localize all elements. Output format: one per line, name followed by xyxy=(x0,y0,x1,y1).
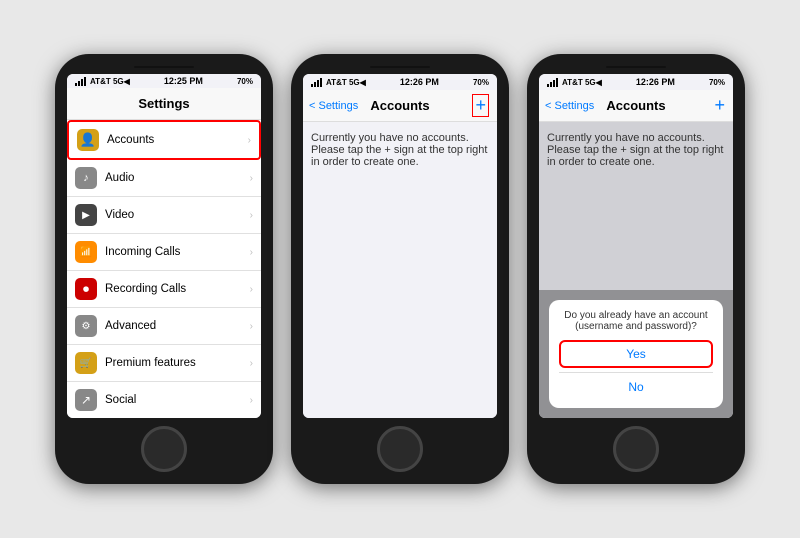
accounts-label: Accounts xyxy=(107,134,240,146)
battery-label-3: 70% xyxy=(709,78,725,87)
accounts-content-2: Currently you have no accounts. Please t… xyxy=(303,122,497,418)
settings-item-advanced[interactable]: ⚙ Advanced › xyxy=(67,308,261,345)
nav-bar-1: Settings xyxy=(67,88,261,120)
no-accounts-text-3: Currently you have no accounts. Please t… xyxy=(547,132,723,168)
nav-title-1: Settings xyxy=(138,96,189,111)
premium-label: Premium features xyxy=(105,357,242,369)
battery-label-2: 70% xyxy=(473,78,489,87)
time-label-3: 12:26 PM xyxy=(636,77,675,87)
home-button-2[interactable] xyxy=(377,426,423,472)
dialog-yes-button[interactable]: Yes xyxy=(559,340,713,368)
phone-top-speaker-2 xyxy=(370,66,430,68)
video-label: Video xyxy=(105,209,242,221)
status-bar-3: AT&T 5G◀ 12:26 PM 70% xyxy=(539,74,733,90)
premium-icon: 🛒 xyxy=(75,352,97,374)
nav-back-3[interactable]: < Settings xyxy=(545,100,594,112)
social-label: Social xyxy=(105,394,242,406)
phones-container: AT&T 5G◀ 12:25 PM 70% Settings 👤 Account… xyxy=(45,44,755,494)
nav-back-2[interactable]: < Settings xyxy=(309,100,358,112)
dialog-divider xyxy=(559,372,713,373)
phone-1-screen: AT&T 5G◀ 12:25 PM 70% Settings 👤 Account… xyxy=(67,74,261,418)
recording-label: Recording Calls xyxy=(105,283,242,295)
recording-icon: ⏺ xyxy=(75,278,97,300)
phone-top-speaker-3 xyxy=(606,66,666,68)
settings-item-premium[interactable]: 🛒 Premium features › xyxy=(67,345,261,382)
video-icon: ▶ xyxy=(75,204,97,226)
nav-plus-button-2[interactable]: + xyxy=(472,94,489,117)
settings-item-audio[interactable]: ♪ Audio › xyxy=(67,160,261,197)
nav-title-2: Accounts xyxy=(370,98,429,113)
audio-icon: ♪ xyxy=(75,167,97,189)
no-accounts-text-2: Currently you have no accounts. Please t… xyxy=(311,132,487,168)
advanced-label: Advanced xyxy=(105,320,242,332)
accounts-icon: 👤 xyxy=(77,129,99,151)
nav-title-3: Accounts xyxy=(606,98,665,113)
phone-2-screen: AT&T 5G◀ 12:26 PM 70% < Settings Account… xyxy=(303,74,497,418)
signal-icon-2 xyxy=(311,78,322,87)
signal-icon-3 xyxy=(547,78,558,87)
phone-3: AT&T 5G◀ 12:26 PM 70% < Settings Account… xyxy=(527,54,745,484)
status-bar-1: AT&T 5G◀ 12:25 PM 70% xyxy=(67,74,261,88)
phone-top-speaker xyxy=(134,66,194,68)
phone-1: AT&T 5G◀ 12:25 PM 70% Settings 👤 Account… xyxy=(55,54,273,484)
nav-bar-2: < Settings Accounts + xyxy=(303,90,497,122)
audio-label: Audio xyxy=(105,172,242,184)
settings-item-social[interactable]: ↗ Social › xyxy=(67,382,261,418)
settings-item-accounts[interactable]: 👤 Accounts › xyxy=(67,120,261,160)
dialog-overlay: Do you already have an account (username… xyxy=(539,290,733,419)
time-label-1: 12:25 PM xyxy=(164,76,203,86)
settings-item-recording[interactable]: ⏺ Recording Calls › xyxy=(67,271,261,308)
incoming-calls-icon: 📶 xyxy=(75,241,97,263)
dialog-question: Do you already have an account (username… xyxy=(559,310,713,332)
social-icon: ↗ xyxy=(75,389,97,411)
signal-icon xyxy=(75,77,86,86)
home-button-3[interactable] xyxy=(613,426,659,472)
incoming-calls-label: Incoming Calls xyxy=(105,246,242,258)
account-dialog: Do you already have an account (username… xyxy=(549,300,723,409)
nav-bar-3: < Settings Accounts + xyxy=(539,90,733,122)
time-label-2: 12:26 PM xyxy=(400,77,439,87)
settings-item-video[interactable]: ▶ Video › xyxy=(67,197,261,234)
phone-3-screen: AT&T 5G◀ 12:26 PM 70% < Settings Account… xyxy=(539,74,733,418)
carrier-label-3: AT&T 5G◀ xyxy=(562,78,602,87)
advanced-icon: ⚙ xyxy=(75,315,97,337)
phone-2: AT&T 5G◀ 12:26 PM 70% < Settings Account… xyxy=(291,54,509,484)
carrier-label: AT&T 5G◀ xyxy=(90,77,130,86)
status-bar-2: AT&T 5G◀ 12:26 PM 70% xyxy=(303,74,497,90)
settings-item-incoming-calls[interactable]: 📶 Incoming Calls › xyxy=(67,234,261,271)
carrier-label-2: AT&T 5G◀ xyxy=(326,78,366,87)
nav-plus-button-3[interactable]: + xyxy=(714,95,725,116)
dialog-no-button[interactable]: No xyxy=(559,376,713,398)
battery-label-1: 70% xyxy=(237,77,253,86)
home-button-1[interactable] xyxy=(141,426,187,472)
accounts-chevron: › xyxy=(248,135,251,146)
settings-list: 👤 Accounts › ♪ Audio › ▶ Video › xyxy=(67,120,261,418)
